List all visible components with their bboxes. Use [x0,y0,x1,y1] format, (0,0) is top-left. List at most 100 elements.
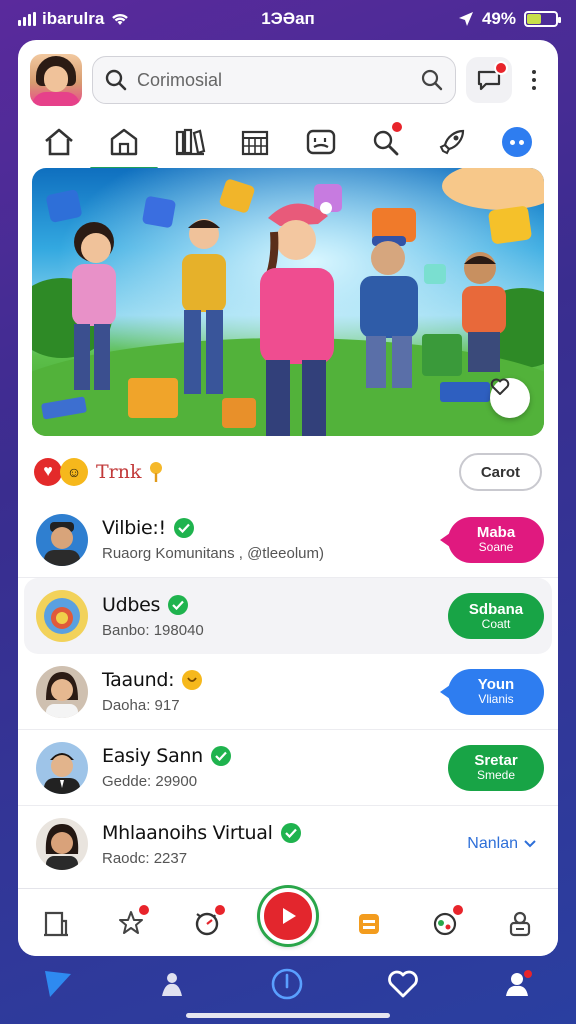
verified-check-icon [168,594,189,615]
pill-sublabel: Soane [478,540,514,555]
send-icon[interactable] [42,968,74,1000]
search-bar[interactable] [92,56,456,104]
list-item[interactable]: Mhlaanoihs Virtual Raodc: 2237 Nanlan [18,806,558,882]
bottom-nav-building[interactable] [34,901,78,945]
bottom-nav-globe[interactable] [423,901,467,945]
avatar [36,818,88,870]
pill-sublabel: Coatt [481,616,511,631]
main-card: ♥ ☺ Trnk Carot Vilbie:! Ruaorg Komunitan… [18,40,558,956]
battery-icon [524,11,561,27]
star-badge [137,902,152,917]
list-item[interactable]: Udbes Banbo: 198040 Sdbana Coatt [24,578,552,654]
calendar-icon [242,130,269,156]
row-action-button[interactable]: Sdbana Coatt [448,593,544,639]
row-action-button[interactable]: Maba Soane [440,516,544,563]
hero-illustration [32,168,544,436]
bottom-nav-lock[interactable] [498,901,542,945]
pill-label: Youn [477,676,515,694]
verified-check-icon [210,746,231,766]
rocket-icon [439,129,464,155]
row-action-button[interactable]: Sretar Smede [448,744,544,791]
search-submit-icon[interactable] [421,69,443,91]
avatar[interactable] [30,54,82,106]
house-icon [111,128,138,156]
heart-outline-icon [490,378,510,395]
profile-icon[interactable] [502,968,534,1000]
wifi-icon [112,13,129,25]
row-subtitle: Raodc: 2237 [102,849,188,867]
favorite-button[interactable] [490,378,530,418]
list-item[interactable]: Taaund: Daoha: 917 Youn Vlianis [18,654,558,730]
section-title: Trnk [96,461,142,483]
pill-label: Sretar [474,752,518,770]
home-icon [44,128,73,156]
globe-badge [450,902,465,917]
row-name: Taaund: [102,669,175,691]
more-circle-icon [502,127,533,157]
list-item[interactable]: Vilbie:! Ruaorg Komunitans , @tleeolum) … [18,502,558,578]
avatar [36,513,88,566]
signal-icon [18,12,36,26]
smile-emoji-icon [182,670,203,690]
chat-badge [494,61,508,75]
tab-more[interactable] [493,120,541,164]
avatar [36,741,88,794]
bottom-nav-timer[interactable] [185,901,229,945]
row-subtitle: Banbo: 198040 [102,621,204,639]
tab-calendar[interactable] [231,120,279,164]
status-bar: ibarulra 1ЭƏап 49% [0,0,576,38]
heart-icon[interactable] [387,969,419,999]
tab-home[interactable] [35,120,83,164]
row-dropdown-link[interactable]: Nanlan [467,835,536,853]
nav-tabs [18,118,558,170]
row-subtitle: Daoha: 917 [102,697,180,714]
gift-icon [359,913,380,934]
search-input[interactable] [137,69,411,91]
bottom-nav-favorites[interactable] [109,901,153,945]
power-icon[interactable] [270,967,304,1001]
tab-store[interactable] [90,120,159,170]
play-icon [282,907,296,924]
hero-banner[interactable] [32,168,544,436]
heart-reaction-icon: ♥ [34,458,62,486]
home-indicator[interactable] [186,1013,390,1018]
row-name: Mhlaanoihs Virtual [102,821,273,844]
carrier-label: ibarulra [42,9,105,28]
tab-search[interactable] [362,120,410,164]
tab-games[interactable] [297,120,345,164]
section-header: ♥ ☺ Trnk Carot [34,452,542,492]
header [30,52,546,108]
tab-explore[interactable] [428,120,476,164]
system-nav [0,958,576,1010]
play-button[interactable] [259,887,316,944]
verified-check-icon [173,518,194,538]
bottom-nav-gifts[interactable] [347,901,391,945]
chat-button[interactable] [466,57,512,103]
battery-percent: 49% [481,9,516,28]
bottom-nav [18,887,558,956]
section-action-button[interactable]: Carot [458,453,542,491]
search-icon [105,69,127,91]
building-icon [43,911,68,936]
timer-badge [212,902,227,917]
dropdown-label: Nanlan [467,835,518,852]
pill-sublabel: Vlianis [478,692,514,707]
game-icon [306,129,335,155]
avatar [36,590,88,642]
community-list: Vilbie:! Ruaorg Komunitans , @tleeolum) … [18,502,558,882]
pill-sublabel: Smede [476,768,516,783]
person-icon[interactable] [157,969,187,999]
row-name: Vilbie:! [102,517,166,539]
location-icon [458,12,473,26]
row-action-button[interactable]: Youn Vlianis [440,668,544,715]
smile-reaction-icon: ☺ [60,458,88,486]
row-subtitle: Gedde: 29900 [102,773,198,790]
row-subtitle: Ruaorg Komunitans , @tleeolum) [102,545,324,562]
verified-check-icon [280,822,301,843]
tab-library[interactable] [166,120,214,164]
row-name: Udbes [102,593,161,616]
list-item[interactable]: Easiy Sann Gedde: 29900 Sretar Smede [18,730,558,806]
more-icon[interactable] [522,70,546,90]
lock-icon [510,911,531,936]
books-icon [175,128,206,156]
